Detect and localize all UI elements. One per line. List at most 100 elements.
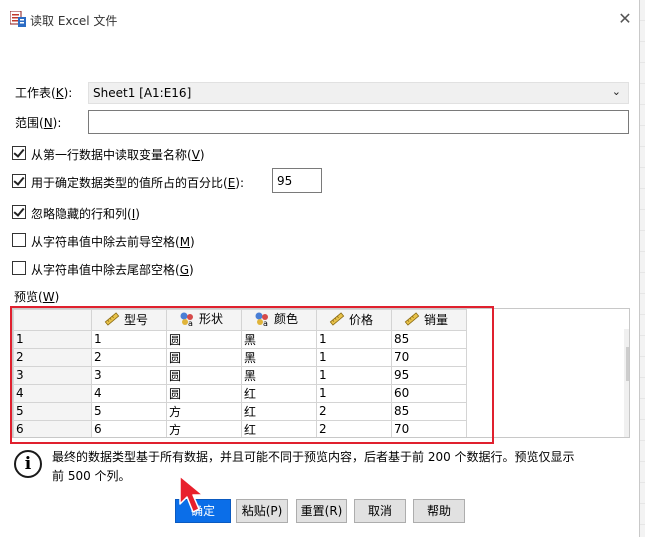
table-row: 2 2 圆 黑 1 70 <box>13 347 467 367</box>
column-name: 形状 <box>199 312 224 326</box>
reset-button[interactable]: 重置(R) <box>296 499 347 523</box>
remove-trailing-label: 从字符串值中除去尾部空格(G) <box>31 261 194 278</box>
nominal-icon: a <box>180 312 193 327</box>
cell: 70 <box>391 347 467 367</box>
info-message-line1: 最终的数据类型基于所有数据，并且可能不同于预览内容，后者基于前 200 个数据行… <box>52 450 575 464</box>
cell: 1 <box>91 329 167 349</box>
worksheet-select-value: Sheet1 [A1:E16] <box>93 86 192 100</box>
worksheet-label-suffix: ): <box>63 86 73 100</box>
svg-text:a: a <box>263 319 268 327</box>
table-row: 6 6 方 红 2 70 <box>13 419 467 437</box>
cell: 95 <box>391 365 467 385</box>
ignore-hidden-checkbox[interactable] <box>12 205 26 219</box>
cell: 1 <box>316 347 392 367</box>
close-button[interactable]: ✕ <box>612 7 638 31</box>
column-header[interactable]: a 形状 <box>166 309 242 331</box>
help-button[interactable]: 帮助 <box>413 499 465 523</box>
row-number: 3 <box>13 365 92 385</box>
cell: 方 <box>166 401 242 421</box>
preview-label-suffix: ) <box>54 290 60 304</box>
chevron-down-icon: ⌄ <box>611 85 621 98</box>
cell: 1 <box>316 329 392 349</box>
remove-leading-label: 从字符串值中除去前导空格(M) <box>31 233 195 250</box>
cell: 红 <box>241 401 317 421</box>
title-bar: 读取 Excel 文件 ✕ <box>0 0 640 36</box>
preview-grid[interactable]: 型号 a 形状 a 颜色 价格 销量 1 1 圆 黑 1 85 2 2 圆 黑 … <box>12 308 630 438</box>
cell: 4 <box>91 383 167 403</box>
table-row: 1 1 圆 黑 1 85 <box>13 329 467 349</box>
worksheet-select[interactable]: Sheet1 [A1:E16] ⌄ <box>88 82 629 104</box>
cell: 黑 <box>241 347 317 367</box>
opt2-suffix: ) <box>135 207 140 221</box>
scroll-thumb[interactable] <box>626 347 629 381</box>
column-name: 颜色 <box>274 312 299 326</box>
table-row: 4 4 圆 红 1 60 <box>13 383 467 403</box>
worksheet-label-text: 工作表( <box>15 86 56 100</box>
column-name: 销量 <box>424 312 449 327</box>
preview-label-key: W <box>42 290 55 304</box>
row-number: 6 <box>13 419 92 437</box>
percentage-input[interactable]: 95 <box>272 168 322 193</box>
scroll-up-arrow-icon[interactable]: ▲ <box>624 329 629 345</box>
column-header[interactable]: a 颜色 <box>241 309 317 331</box>
opt4-suffix: ) <box>189 263 194 277</box>
cell: 85 <box>391 329 467 349</box>
column-header[interactable]: 价格 <box>316 309 392 331</box>
scale-icon <box>329 312 345 326</box>
column-header[interactable]: 型号 <box>91 309 167 331</box>
info-icon: i <box>14 450 42 478</box>
range-label: 范围(N): <box>15 114 61 131</box>
cell: 1 <box>316 365 392 385</box>
paste-button[interactable]: 粘贴(P) <box>236 499 288 523</box>
range-label-key: N <box>43 116 53 130</box>
preview-vertical-scrollbar[interactable]: ▲ ▼ <box>624 329 629 437</box>
cell: 70 <box>391 419 467 437</box>
opt1-suffix: ): <box>235 176 245 190</box>
scroll-down-arrow-icon[interactable]: ▼ <box>624 421 629 437</box>
preview-label-text: 预览( <box>14 290 43 304</box>
window-title: 读取 Excel 文件 <box>30 14 118 28</box>
cell: 红 <box>241 383 317 403</box>
cell: 2 <box>91 347 167 367</box>
remove-leading-checkbox[interactable] <box>12 233 26 247</box>
cell: 1 <box>316 383 392 403</box>
cell: 黑 <box>241 329 317 349</box>
cell: 圆 <box>166 347 242 367</box>
percentage-checkbox[interactable] <box>12 174 26 188</box>
column-name: 价格 <box>349 312 374 327</box>
cell: 方 <box>166 419 242 437</box>
column-header[interactable]: 销量 <box>391 309 467 331</box>
cell: 6 <box>91 419 167 437</box>
read-variable-names-checkbox[interactable] <box>12 146 26 160</box>
info-message-line2: 前 500 个列。 <box>52 469 131 483</box>
remove-trailing-checkbox[interactable] <box>12 261 26 275</box>
row-number: 4 <box>13 383 92 403</box>
nominal-icon: a <box>255 312 268 327</box>
background-spreadsheet <box>640 0 645 537</box>
opt1-text: 用于确定数据类型的值所占的百分比( <box>31 176 228 190</box>
spss-app-icon <box>10 11 26 27</box>
opt4-key: G <box>179 263 189 277</box>
opt2-text: 忽略隐藏的行和列( <box>31 207 132 221</box>
range-input[interactable] <box>88 110 629 134</box>
percentage-label: 用于确定数据类型的值所占的百分比(E): <box>31 174 244 191</box>
read-excel-dialog: 读取 Excel 文件 ✕ 工作表(K): Sheet1 [A1:E16] ⌄ … <box>0 0 640 537</box>
red-pointer-arrow-icon <box>179 475 204 513</box>
row-number: 5 <box>13 401 92 421</box>
preview-label: 预览(W) <box>14 288 59 305</box>
cell: 2 <box>316 419 392 437</box>
ignore-hidden-label: 忽略隐藏的行和列(I) <box>31 205 140 222</box>
table-row: 3 3 圆 黑 1 95 <box>13 365 467 385</box>
range-label-suffix: ): <box>52 116 62 130</box>
worksheet-label-key: K <box>55 86 64 100</box>
cell: 红 <box>241 419 317 437</box>
cancel-button[interactable]: 取消 <box>354 499 406 523</box>
preview-header-row: 型号 a 形状 a 颜色 价格 销量 <box>13 309 467 331</box>
row-number: 1 <box>13 329 92 349</box>
opt3-suffix: ) <box>190 235 195 249</box>
column-name: 型号 <box>124 312 149 327</box>
cell: 圆 <box>166 329 242 349</box>
preview-corner <box>13 309 92 331</box>
cell: 5 <box>91 401 167 421</box>
cell: 圆 <box>166 383 242 403</box>
